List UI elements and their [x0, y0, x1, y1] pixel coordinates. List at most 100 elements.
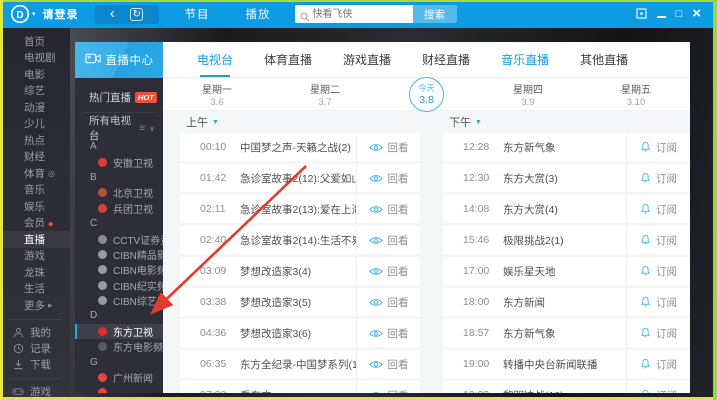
search-input[interactable]	[295, 5, 413, 23]
sidebar-item[interactable]: 电影	[0, 66, 70, 83]
sidebar-item[interactable]: 娱乐	[0, 198, 70, 215]
sidebar-item[interactable]: 体育	[0, 165, 70, 182]
program-row[interactable]: 02:40 急诊室故事2(14):生活不易 回看	[180, 226, 420, 254]
hot-live-entry[interactable]: 热门直播 HOT	[75, 86, 163, 108]
sidebar-item-mine[interactable]: 我的	[0, 325, 70, 341]
tab-programs[interactable]: 节目	[185, 6, 210, 22]
replay-button[interactable]: 回看	[356, 381, 420, 393]
search-button[interactable]: 搜索	[413, 5, 457, 23]
subscribe-button[interactable]: 订阅	[626, 288, 690, 316]
channel-item[interactable]: 东方电影频道	[75, 339, 163, 354]
program-row[interactable]: 04:36 梦想改造家3(6) 回看	[180, 319, 420, 347]
week-day[interactable]: 星期二 3.7	[301, 81, 349, 108]
sidebar-item[interactable]: 音乐	[0, 182, 70, 199]
subscribe-button[interactable]: 订阅	[626, 164, 690, 192]
category-tab[interactable]: 音乐直播	[499, 42, 551, 77]
channel-item[interactable]: B	[75, 170, 163, 185]
morning-header[interactable]: 上午 ▼	[180, 111, 420, 133]
skin-settings-icon[interactable]	[636, 8, 647, 21]
week-day[interactable]: 星期五 3.10	[612, 81, 660, 108]
channel-item[interactable]: CIBN综艺频道	[75, 293, 163, 308]
program-row[interactable]: 06:35 东方全纪录-中国梦系列(1) 回看	[180, 350, 420, 378]
chevron-down-icon[interactable]: ∨	[149, 124, 155, 133]
replay-button[interactable]: 回看	[356, 288, 420, 316]
maximize-icon[interactable]: □	[676, 8, 683, 20]
list-icon[interactable]: ≡	[139, 123, 145, 134]
sidebar-item[interactable]: 游戏	[0, 248, 70, 265]
sidebar-item-games[interactable]: 游戏	[0, 384, 70, 400]
channel-item[interactable]: G	[75, 354, 163, 369]
sidebar-item-download[interactable]: 下载	[0, 357, 70, 373]
category-tab[interactable]: 游戏直播	[341, 42, 393, 77]
sidebar-item[interactable]: 首页	[0, 33, 70, 50]
back-icon[interactable]: ‹	[110, 6, 115, 21]
replay-button[interactable]: 回看	[356, 257, 420, 285]
week-day[interactable]: 星期四 3.9	[504, 81, 552, 108]
sidebar-item[interactable]: 财经	[0, 149, 70, 166]
channel-item[interactable]: CCTV证券资讯	[75, 231, 163, 246]
channel-item[interactable]: CIBN精品影视	[75, 247, 163, 262]
program-row[interactable]: 03:09 梦想改造家3(4) 回看	[180, 257, 420, 285]
sidebar-item-history[interactable]: 记录	[0, 341, 70, 357]
channel-item[interactable]: CIBN电影频道	[75, 262, 163, 277]
sidebar-item[interactable]: 热点	[0, 132, 70, 149]
close-icon[interactable]: ×	[692, 8, 701, 20]
program-row[interactable]: 00:10 中国梦之声-天籁之战(2) 回看	[180, 133, 420, 161]
subscribe-button[interactable]: 订阅	[626, 195, 690, 223]
all-channels-header[interactable]: 所有电视台 ≡ ∨	[75, 117, 163, 139]
replay-button[interactable]: 回看	[356, 319, 420, 347]
channel-item[interactable]: 兵团卫视	[75, 201, 163, 216]
channel-item[interactable]: D	[75, 308, 163, 323]
sidebar-item[interactable]: 电视剧	[0, 50, 70, 67]
program-row[interactable]: 19:00 转播中央台新闻联播 订阅	[443, 350, 690, 378]
program-row[interactable]: 12:28 东方新气象 订阅	[443, 133, 690, 161]
channel-item[interactable]: 安徽卫视	[75, 154, 163, 169]
category-tab[interactable]: 其他直播	[578, 42, 630, 77]
replay-button[interactable]: 回看	[356, 164, 420, 192]
program-row[interactable]: 18:57 东方新气象 订阅	[443, 319, 690, 347]
channel-item[interactable]: 北京卫视	[75, 185, 163, 200]
program-row[interactable]: 19:33 黎明决战(10) 订阅	[443, 381, 690, 393]
sidebar-item[interactable]: 会员	[0, 215, 70, 232]
program-row[interactable]: 01:42 急诊室故事2(12):父爱如山 回看	[180, 164, 420, 192]
program-row[interactable]: 02:11 急诊室故事2(13):爱在上海 回看	[180, 195, 420, 223]
subscribe-button[interactable]: 订阅	[626, 226, 690, 254]
channel-item[interactable]: 广州新闻	[75, 370, 163, 385]
program-row[interactable]: 15:46 极限挑战2(1) 订阅	[443, 226, 690, 254]
subscribe-button[interactable]: 订阅	[626, 257, 690, 285]
program-row[interactable]: 07:00 看东方 回看	[180, 381, 420, 393]
minimize-icon[interactable]	[657, 16, 666, 18]
category-tab[interactable]: 财经直播	[420, 42, 472, 77]
week-day[interactable]: 星期一 3.6	[193, 81, 241, 108]
subscribe-button[interactable]: 订阅	[626, 381, 690, 393]
channel-item[interactable]: C	[75, 216, 163, 231]
channel-item[interactable]	[75, 385, 163, 393]
sidebar-item[interactable]: 动漫	[0, 99, 70, 116]
refresh-icon[interactable]: ↻	[130, 8, 143, 21]
sidebar-item[interactable]: 更多	[0, 297, 70, 314]
subscribe-button[interactable]: 订阅	[626, 350, 690, 378]
login-link[interactable]: 请登录	[43, 6, 79, 22]
subscribe-button[interactable]: 订阅	[626, 319, 690, 347]
sidebar-item[interactable]: 龙珠	[0, 264, 70, 281]
subscribe-button[interactable]: 订阅	[626, 133, 690, 161]
replay-button[interactable]: 回看	[356, 195, 420, 223]
replay-button[interactable]: 回看	[356, 133, 420, 161]
app-logo-icon[interactable]: D ▾	[10, 4, 36, 24]
program-row[interactable]: 18:00 东方新闻 订阅	[443, 288, 690, 316]
tab-play[interactable]: 播放	[246, 6, 271, 22]
sidebar-item[interactable]: 生活	[0, 281, 70, 298]
week-day[interactable]: 今天 3.8	[409, 77, 444, 112]
category-tab[interactable]: 电视台	[195, 42, 235, 77]
category-tab[interactable]: 体育直播	[262, 42, 314, 77]
program-row[interactable]: 17:00 娱乐星天地 订阅	[443, 257, 690, 285]
sidebar-item[interactable]: 综艺	[0, 83, 70, 100]
replay-button[interactable]: 回看	[356, 350, 420, 378]
replay-button[interactable]: 回看	[356, 226, 420, 254]
sidebar-item[interactable]: 直播	[0, 231, 70, 248]
sidebar-item[interactable]: 少儿	[0, 116, 70, 133]
program-row[interactable]: 03:38 梦想改造家3(5) 回看	[180, 288, 420, 316]
program-row[interactable]: 12:30 东方大赏(3) 订阅	[443, 164, 690, 192]
channel-item[interactable]: CIBN纪实频道	[75, 278, 163, 293]
channel-item[interactable]: 东方卫视	[75, 324, 163, 339]
